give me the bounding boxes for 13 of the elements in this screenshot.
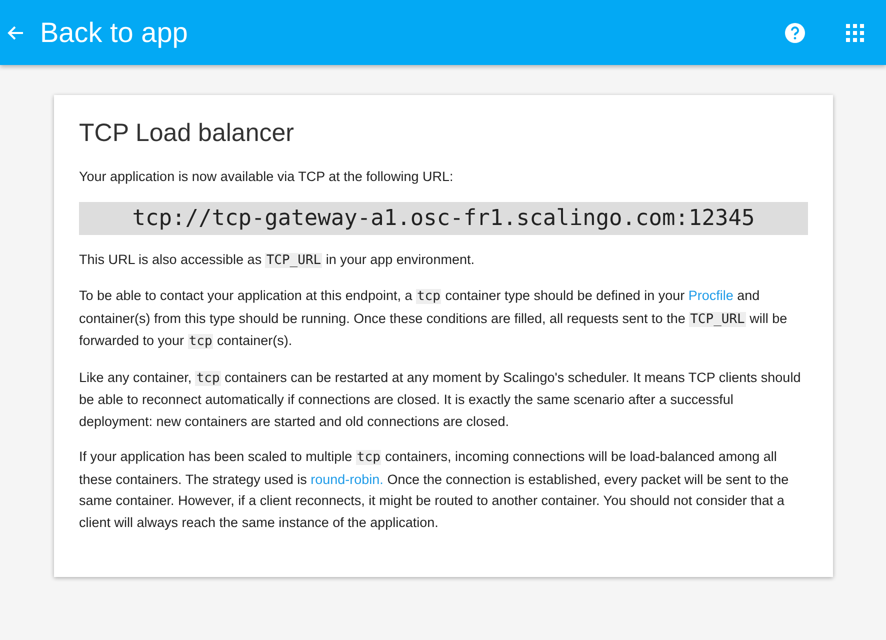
back-link[interactable]: Back to app — [6, 16, 188, 48]
paragraph: To be able to contact your application at this endpoint, a tcp container type should be defined in your Procfile and container(s) from this type should be running. Once these conditions are filled, all requests sent to the TCP_URL will be forwarded to your tcp container(s). — [79, 287, 788, 351]
paragraph: If your application has been scaled to multiple tcp containers, incoming connections will be load-balanced among all these containers. The strategy used is round-robin. Once the connection is established, every packet will be sent to the same container. However, if a client reconnects, it might be routed to another container. You should not consider that a client will always reach the same instance of the application. — [79, 448, 790, 532]
help-icon[interactable] — [784, 22, 806, 44]
back-arrow-icon — [6, 24, 24, 42]
paragraph: Like any container, tcp containers can be restarted at any moment by Scalingo's scheduler. It means TCP clients should be able to reconnect automatically if connections are closed. It is exactly the same scenario after a successful deployment: new containers are started and old connections are closed. — [79, 368, 802, 431]
paragraph: This URL is also accessible as TCP_URL in your app environment. — [79, 250, 476, 270]
link[interactable]: round-robin. — [310, 472, 384, 486]
card-title: TCP Load balancer — [79, 119, 295, 148]
intro-text: Your application is now available via TCP at the following URL: — [79, 168, 454, 186]
link[interactable]: Procfile — [688, 288, 734, 303]
apps-grid-icon[interactable] — [846, 24, 864, 42]
url-display: tcp://tcp-gateway-a1.osc-fr1.scalingo.com:12345 — [79, 202, 808, 234]
